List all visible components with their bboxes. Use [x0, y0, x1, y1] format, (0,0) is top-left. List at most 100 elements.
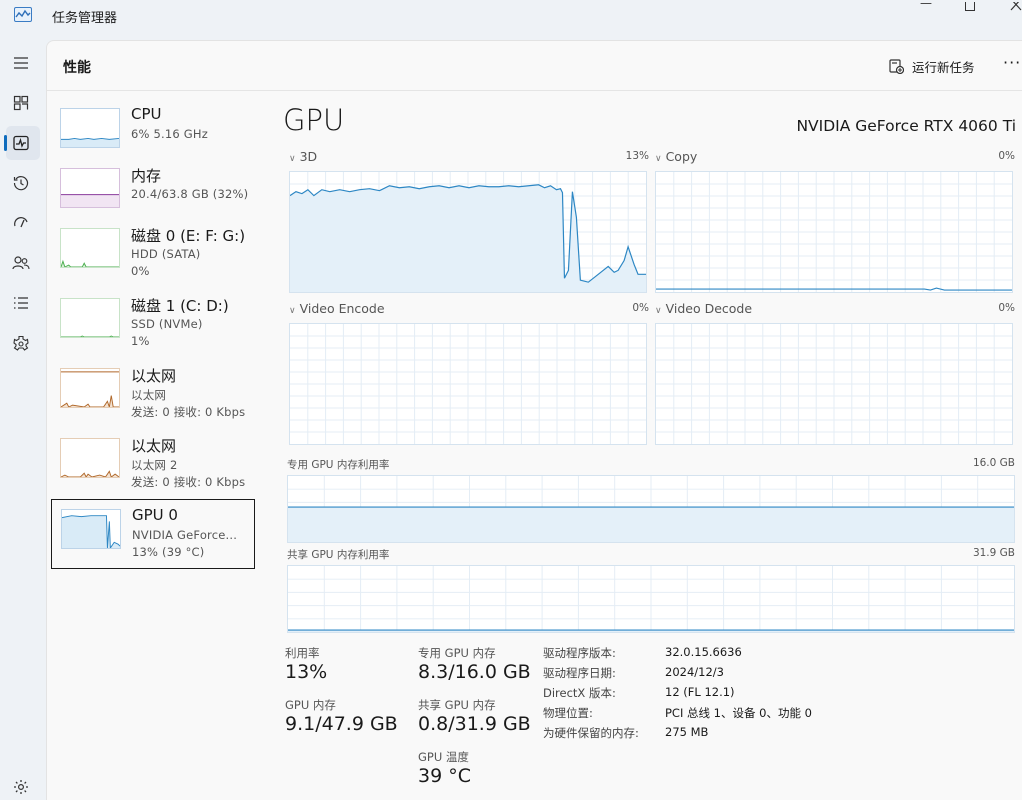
device-detail: 6% 5.16 GHz	[131, 127, 208, 141]
engine-3d-selector[interactable]: ∨ 3D	[289, 149, 317, 164]
disk0-thumbnail-graph	[60, 228, 120, 268]
ethernet2-thumbnail-graph	[60, 438, 120, 478]
rail-active-indicator	[4, 135, 7, 151]
device-ethernet-2[interactable]: 以太网 以太网 2 发送: 0 接收: 0 Kbps	[51, 429, 255, 499]
maximize-button[interactable]	[950, 0, 990, 11]
device-detail: 0%	[131, 264, 150, 278]
run-task-label: 运行新任务	[912, 59, 975, 75]
device-detail: 发送: 0 接收: 0 Kbps	[131, 475, 246, 489]
close-icon	[1010, 0, 1022, 11]
temp-value: 39 °C	[418, 765, 471, 787]
chevron-down-icon: ∨	[289, 306, 296, 316]
dedicated-mem-max: 16.0 GB	[972, 457, 1015, 469]
shared-value: 0.8/31.9 GB	[418, 713, 531, 735]
engine-copy-graph	[655, 171, 1013, 293]
utilization-label: 利用率	[285, 646, 320, 660]
engine-3d-graph	[289, 171, 647, 293]
detail-key: 物理位置:	[543, 706, 593, 720]
device-detail: 20.4/63.8 GB (32%)	[131, 187, 249, 201]
hamburger-menu-icon[interactable]	[8, 50, 34, 76]
device-name: 磁盘 1 (C: D:)	[131, 297, 229, 315]
device-name: GPU 0	[132, 506, 178, 524]
users-icon[interactable]	[8, 250, 34, 276]
task-manager-app-icon	[14, 7, 32, 22]
processes-icon[interactable]	[8, 90, 34, 116]
chevron-down-icon: ∨	[655, 154, 662, 164]
engine-percent: 13%	[625, 150, 649, 162]
cpu-thumbnail-graph	[60, 108, 120, 148]
engine-video-decode-selector[interactable]: ∨ Video Decode	[655, 301, 752, 316]
engine-copy-selector[interactable]: ∨ Copy	[655, 149, 697, 164]
device-detail: HDD (SATA)	[131, 247, 201, 261]
details-icon[interactable]	[8, 290, 34, 316]
device-detail: 以太网 2	[131, 458, 178, 472]
title-bar: 任务管理器 —	[0, 0, 1022, 32]
device-name: 磁盘 0 (E: F: G:)	[131, 227, 246, 245]
engine-percent: 0%	[998, 302, 1015, 314]
maximize-icon	[965, 0, 975, 11]
window-title: 任务管理器	[52, 11, 118, 26]
shared-mem-label: 共享 GPU 内存利用率	[287, 549, 390, 561]
gpu-model-name: NVIDIA GeForce RTX 4060 Ti	[796, 117, 1016, 135]
engine-video-encode-selector[interactable]: ∨ Video Encode	[289, 301, 385, 316]
engine-label: 3D	[299, 149, 318, 164]
detail-value: PCI 总线 1、设备 0、功能 0	[665, 706, 812, 720]
detail-value: 12 (FL 12.1)	[665, 685, 735, 699]
dedicated-label: 专用 GPU 内存	[418, 646, 496, 660]
settings-gear-icon[interactable]	[8, 774, 34, 800]
device-detail: 1%	[131, 334, 150, 348]
device-name: 以太网	[131, 367, 177, 385]
gpu-thumbnail-graph	[61, 509, 121, 549]
gpu-mem-value: 9.1/47.9 GB	[285, 713, 398, 735]
close-button[interactable]	[996, 0, 1022, 11]
shared-label: 共享 GPU 内存	[418, 698, 496, 712]
engine-video-encode-graph	[289, 323, 647, 445]
device-name: 以太网	[131, 437, 177, 455]
minimize-button[interactable]: —	[906, 0, 946, 10]
chevron-down-icon: ∨	[289, 154, 296, 164]
detail-key: DirectX 版本:	[543, 686, 616, 700]
utilization-value: 13%	[285, 661, 328, 683]
temp-label: GPU 温度	[418, 750, 469, 764]
run-new-task-button[interactable]: 运行新任务	[889, 55, 975, 77]
engine-label: Video Encode	[299, 301, 385, 316]
performance-icon[interactable]	[8, 130, 34, 156]
device-detail: NVIDIA GeForce...	[132, 528, 238, 542]
device-detail: 以太网	[131, 388, 167, 402]
services-icon[interactable]	[8, 330, 34, 356]
device-detail: SSD (NVMe)	[131, 317, 203, 331]
disk1-thumbnail-graph	[60, 298, 120, 338]
engine-percent: 0%	[998, 150, 1015, 162]
detail-key: 为硬件保留的内存:	[543, 726, 639, 740]
startup-apps-icon[interactable]	[8, 210, 34, 236]
app-history-icon[interactable]	[8, 170, 34, 196]
dedicated-mem-graph	[287, 475, 1015, 543]
device-name: 内存	[131, 167, 162, 185]
page-title: 性能	[63, 60, 91, 76]
detail-key: 驱动程序日期:	[543, 666, 616, 680]
detail-value: 2024/12/3	[665, 665, 724, 679]
gpu-mem-label: GPU 内存	[285, 698, 336, 712]
detail-value: 32.0.15.6636	[665, 645, 742, 659]
detail-value: 275 MB	[665, 725, 709, 739]
detail-key: 驱动程序版本:	[543, 646, 616, 660]
engine-video-decode-graph	[655, 323, 1013, 445]
dedicated-value: 8.3/16.0 GB	[418, 661, 531, 683]
device-disk-0[interactable]: 磁盘 0 (E: F: G:) HDD (SATA) 0%	[51, 219, 255, 289]
device-detail: 发送: 0 接收: 0 Kbps	[131, 405, 246, 419]
gpu-heading: GPU	[283, 103, 345, 137]
engine-percent: 0%	[632, 302, 649, 314]
device-detail: 13% (39 °C)	[132, 545, 205, 559]
ethernet1-thumbnail-graph	[60, 368, 120, 408]
engine-label: Copy	[665, 149, 698, 164]
device-name: CPU	[131, 105, 162, 123]
device-ethernet-1[interactable]: 以太网 以太网 发送: 0 接收: 0 Kbps	[51, 359, 255, 429]
page-header: 性能 运行新任务 ···	[47, 41, 1022, 91]
engine-label: Video Decode	[665, 301, 753, 316]
chevron-down-icon: ∨	[655, 306, 662, 316]
main-panel: 性能 运行新任务 ··· CPU 6% 5.16 GHz 内存 20.4/63.…	[46, 40, 1022, 800]
device-gpu-0[interactable]: GPU 0 NVIDIA GeForce... 13% (39 °C)	[51, 499, 255, 569]
device-disk-1[interactable]: 磁盘 1 (C: D:) SSD (NVMe) 1%	[51, 289, 255, 359]
more-options-button[interactable]: ···	[1003, 53, 1021, 72]
dedicated-mem-label: 专用 GPU 内存利用率	[287, 459, 390, 471]
